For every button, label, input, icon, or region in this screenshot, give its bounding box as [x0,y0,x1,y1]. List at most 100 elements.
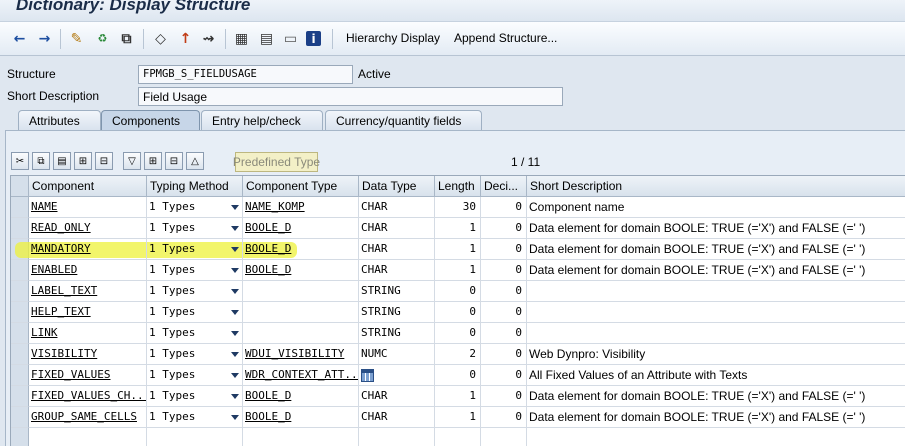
cell-component-type[interactable]: BOOLE_D [243,218,359,239]
dropdown-arrow-icon[interactable] [231,247,239,252]
tab-entry-help-check[interactable]: Entry help/check [201,110,323,130]
cell-data-type[interactable]: CHAR [359,407,435,428]
cell-length[interactable]: 1 [435,386,481,407]
cell-component-type[interactable]: BOOLE_D [243,239,359,260]
dropdown-arrow-icon[interactable] [231,373,239,378]
dropdown-arrow-icon[interactable] [231,310,239,315]
column-header-component-type[interactable]: Component Type [243,176,359,197]
cell-typing-method[interactable]: 1 Types [147,365,243,386]
cell-component-type[interactable]: WDR_CONTEXT_ATT... [243,365,359,386]
cell-length[interactable]: 1 [435,407,481,428]
cell-typing-method[interactable]: 1 Types [147,302,243,323]
cell-component[interactable]: FIXED_VALUES [29,365,147,386]
cell-component[interactable]: VISIBILITY [29,344,147,365]
cell-component-type[interactable]: BOOLE_D [243,386,359,407]
cell-component[interactable]: LINK [29,323,147,344]
cell-component[interactable]: ENABLED [29,260,147,281]
cell-data-type[interactable] [359,428,435,446]
cell-decimals[interactable]: 0 [481,407,527,428]
cell-component-type[interactable] [243,428,359,446]
cell-decimals[interactable]: 0 [481,218,527,239]
cell-decimals[interactable]: 0 [481,365,527,386]
predefined-type-button[interactable]: Predefined Type [233,152,320,172]
row-selector[interactable] [11,344,29,365]
cell-data-type[interactable]: CHAR [359,197,435,218]
cell-typing-method[interactable]: 1 Types [147,197,243,218]
tab-currency-quantity-fields[interactable]: Currency/quantity fields [325,110,482,130]
dropdown-arrow-icon[interactable] [231,226,239,231]
cell-length[interactable]: 1 [435,218,481,239]
insert-row-icon[interactable]: ⊞ [74,152,92,170]
tab-attributes[interactable]: Attributes [18,110,101,130]
cell-decimals[interactable] [481,428,527,446]
row-selector[interactable] [11,365,29,386]
where-used-icon[interactable]: ⇝ [200,30,217,47]
paste-icon[interactable]: ▤ [53,152,71,170]
cell-component-type[interactable] [243,323,359,344]
cell-component[interactable]: HELP_TEXT [29,302,147,323]
cell-data-type[interactable]: CHAR [359,239,435,260]
navigation-window-icon[interactable]: ▤ [258,30,275,47]
cell-component[interactable]: FIXED_VALUES_CH... [29,386,147,407]
cell-data-type[interactable]: STRING [359,323,435,344]
cut-icon[interactable]: ✂ [11,152,29,170]
hierarchy-display-button[interactable]: Hierarchy Display [346,31,440,45]
cell-component-type[interactable]: BOOLE_D [243,260,359,281]
delete-row-icon[interactable]: ⊟ [95,152,113,170]
sort-icon[interactable]: △ [186,152,204,170]
cell-component[interactable]: READ_ONLY [29,218,147,239]
row-selector[interactable] [11,323,29,344]
cell-component[interactable]: NAME [29,197,147,218]
cell-typing-method[interactable]: 1 Types [147,281,243,302]
cell-typing-method[interactable]: 1 Types [147,260,243,281]
dropdown-arrow-icon[interactable] [231,415,239,420]
cell-decimals[interactable]: 0 [481,323,527,344]
row-selector[interactable] [11,281,29,302]
expand-icon[interactable]: ⊞ [144,152,162,170]
dropdown-arrow-icon[interactable] [231,352,239,357]
cell-data-type[interactable]: NUMC [359,344,435,365]
cell-component-type[interactable]: NAME_KOMP [243,197,359,218]
graphic-icon[interactable]: ▭ [282,30,299,47]
collapse-icon[interactable]: ⊟ [165,152,183,170]
row-selector[interactable] [11,260,29,281]
row-selector[interactable] [11,407,29,428]
column-header-typing-method[interactable]: Typing Method [147,176,243,197]
cell-component[interactable] [29,428,147,446]
dropdown-arrow-icon[interactable] [231,268,239,273]
column-header-length[interactable]: Length [435,176,481,197]
cell-typing-method[interactable]: 1 Types [147,218,243,239]
cell-decimals[interactable]: 0 [481,197,527,218]
cell-decimals[interactable]: 0 [481,281,527,302]
cell-data-type[interactable]: CHAR [359,386,435,407]
cell-typing-method[interactable]: 1 Types [147,323,243,344]
cell-data-type[interactable]: STRING [359,302,435,323]
row-selector[interactable] [11,428,29,446]
cell-data-type[interactable] [359,365,435,386]
row-selector[interactable] [11,302,29,323]
other-object-icon[interactable]: ⧉ [118,30,135,47]
row-selector[interactable] [11,386,29,407]
cell-decimals[interactable]: 0 [481,239,527,260]
check-icon[interactable]: ◇ [152,30,169,47]
cell-length[interactable]: 1 [435,260,481,281]
cell-length[interactable]: 1 [435,239,481,260]
dropdown-arrow-icon[interactable] [231,394,239,399]
edit-pencil-icon[interactable]: ✎ [68,30,85,47]
cell-component[interactable]: GROUP_SAME_CELLS [29,407,147,428]
dropdown-arrow-icon[interactable] [231,331,239,336]
column-header-data-type[interactable]: Data Type [359,176,435,197]
column-header-decimals[interactable]: Deci... [481,176,527,197]
cell-length[interactable]: 0 [435,365,481,386]
copy-icon[interactable]: ⧉ [32,152,50,170]
cell-data-type[interactable]: STRING [359,281,435,302]
cell-decimals[interactable]: 0 [481,386,527,407]
short-description-field[interactable]: Field Usage [138,87,563,106]
cell-component-type[interactable]: WDUI_VISIBILITY [243,344,359,365]
cell-typing-method[interactable] [147,428,243,446]
cell-component-type[interactable] [243,302,359,323]
cell-data-type[interactable]: CHAR [359,218,435,239]
forward-arrow-icon[interactable]: → [36,30,53,47]
column-header-short-description[interactable]: Short Description [527,176,905,197]
cell-typing-method[interactable]: 1 Types [147,386,243,407]
